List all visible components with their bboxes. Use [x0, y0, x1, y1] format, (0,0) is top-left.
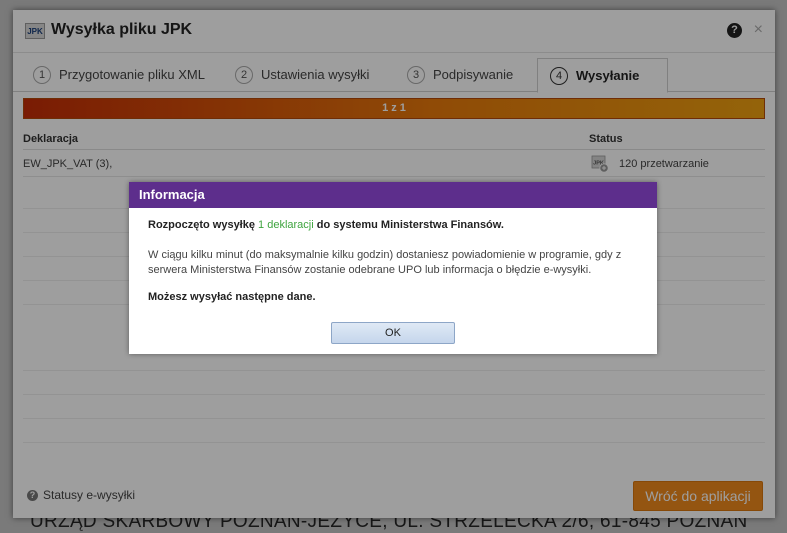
info-message-sent: Rozpoczęto wysyłkę 1 deklaracji do syste… [148, 219, 504, 231]
info-dialog: Informacja Rozpoczęto wysyłkę 1 deklarac… [129, 182, 657, 354]
info-message-next: Możesz wysyłać następne dane. [148, 291, 316, 303]
info-message-end: do systemu Ministerstwa Finansów. [313, 219, 504, 231]
ok-button[interactable]: OK [331, 322, 455, 344]
info-message-start: Rozpoczęto wysyłkę [148, 219, 259, 231]
info-dialog-title: Informacja [139, 187, 205, 202]
info-dialog-header: Informacja [129, 182, 657, 208]
declaration-count-highlight: 1 deklaracji [258, 219, 314, 231]
info-message-upo: W ciągu kilku minut (do maksymalnie kilk… [148, 249, 622, 276]
